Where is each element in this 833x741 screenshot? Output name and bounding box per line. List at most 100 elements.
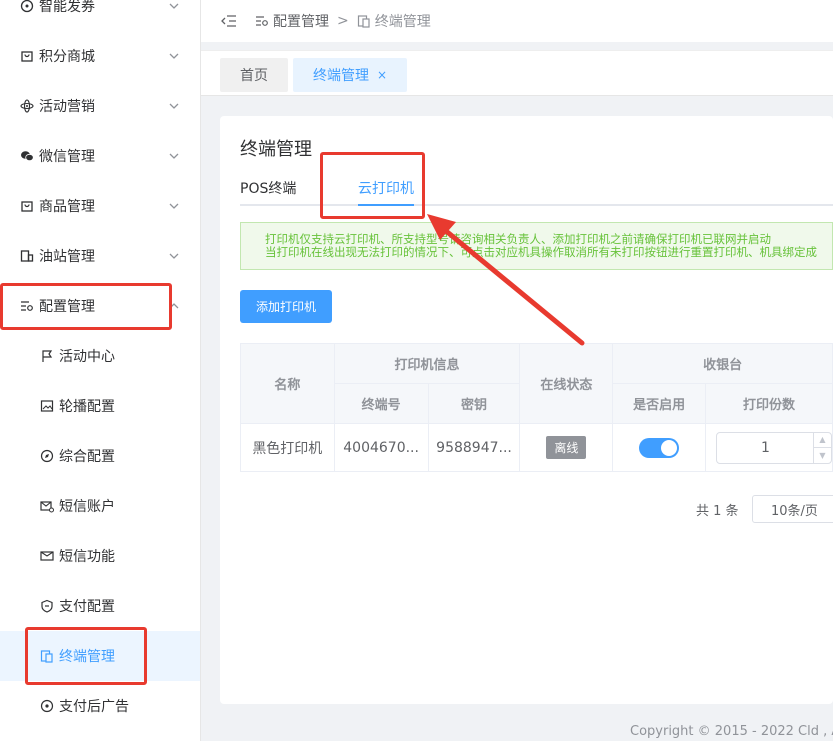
header-terminal-no: 终端号 — [333, 383, 429, 424]
chevron-down-icon — [168, 250, 180, 262]
bag-icon — [20, 49, 34, 63]
chevron-down-icon — [168, 0, 180, 12]
menu-config[interactable]: 配置管理 — [0, 281, 200, 331]
active-tab-indicator — [358, 204, 414, 206]
copy-icon — [357, 14, 371, 28]
building-icon — [20, 249, 34, 263]
menu-points-mall[interactable]: 积分商城 — [0, 31, 200, 81]
table-row: 黑色打印机 4004670... 9588947... 离线 1 ▲ ▼ — [240, 423, 833, 472]
menu-label: 油站管理 — [39, 249, 95, 265]
submenu-label: 支付后广告 — [59, 699, 129, 715]
page-tabbar: 首页 终端管理 × — [201, 50, 833, 96]
header-name: 名称 — [240, 343, 335, 424]
submenu-general-config[interactable]: 综合配置 — [0, 431, 200, 481]
submenu-sms-account[interactable]: 短信账户 — [0, 481, 200, 531]
collapse-sidebar-icon[interactable] — [221, 13, 237, 29]
mail-settings-icon — [40, 499, 54, 513]
chevron-up-icon — [168, 300, 180, 312]
header-secret: 密钥 — [427, 383, 521, 424]
submenu-activity-center[interactable]: 活动中心 — [0, 331, 200, 381]
bag-icon — [20, 199, 34, 213]
close-icon[interactable]: × — [377, 68, 387, 82]
mail-icon — [40, 549, 54, 563]
page-title: 终端管理 — [240, 139, 312, 160]
header-printer-info: 打印机信息 — [333, 343, 521, 384]
settings-list-icon — [20, 299, 34, 313]
sidebar: 智能发券 积分商城 活动营销 微信管理 商品管理 油站管理 配置管理 活动中心 … — [0, 0, 201, 741]
breadcrumb: 配置管理 > 终端管理 — [255, 11, 431, 31]
cell-secret: 9588947... — [427, 423, 521, 472]
cell-enabled — [612, 423, 706, 472]
cell-status: 离线 — [519, 423, 614, 472]
menu-smart-coupon[interactable]: 智能发券 — [0, 0, 200, 31]
menu-label: 活动营销 — [39, 99, 95, 115]
submenu-post-payment-ad[interactable]: 支付后广告 — [0, 681, 200, 731]
menu-marketing[interactable]: 活动营销 — [0, 81, 200, 131]
submenu-sms-function[interactable]: 短信功能 — [0, 531, 200, 581]
breadcrumb-current: 终端管理 — [374, 14, 431, 30]
page-size-select[interactable]: 10条/页 — [752, 495, 833, 523]
add-printer-button[interactable]: 添加打印机 — [240, 290, 332, 323]
tab-label: 首页 — [240, 68, 268, 84]
menu-label: 配置管理 — [39, 299, 95, 315]
menu-label: 积分商城 — [39, 49, 95, 65]
menu-label: 微信管理 — [39, 149, 95, 165]
submenu-payment-config[interactable]: 支付配置 — [0, 581, 200, 631]
compass-icon — [40, 449, 54, 463]
tab-label: 终端管理 — [313, 68, 369, 84]
image-icon — [40, 399, 54, 413]
settings-list-icon — [255, 14, 269, 28]
pager-total: 共 1 条 — [696, 504, 739, 519]
notice-alert: 打印机仅支持云打印机、所支持型号请咨询相关负责人、添加打印机之前请确保打印机已联… — [240, 222, 833, 270]
menu-goods[interactable]: 商品管理 — [0, 181, 200, 231]
tab-cloud-printer[interactable]: 云打印机 — [358, 178, 414, 198]
submenu-label: 短信账户 — [59, 499, 115, 515]
submenu-label: 活动中心 — [59, 349, 115, 365]
footer-copyright: Copyright © 2015 - 2022 Cld , All — [630, 724, 833, 739]
printer-table: 名称 打印机信息 在线状态 收银台 终端号 密钥 是否启用 打印份数 黑色打印机… — [240, 343, 833, 472]
menu-label: 商品管理 — [39, 199, 95, 215]
header-enabled: 是否启用 — [612, 383, 706, 424]
tab-terminal-management[interactable]: 终端管理 × — [293, 58, 408, 92]
target-icon — [20, 0, 34, 13]
atom-icon — [20, 99, 34, 113]
header-online-status: 在线状态 — [519, 343, 614, 424]
submenu-label: 终端管理 — [59, 649, 115, 665]
submenu-label: 轮播配置 — [59, 399, 115, 415]
cell-name: 黑色打印机 — [240, 423, 335, 472]
circle-dot-icon — [40, 699, 54, 713]
header-copies: 打印份数 — [704, 383, 833, 424]
header-cashier: 收银台 — [612, 343, 833, 384]
menu-station[interactable]: 油站管理 — [0, 231, 200, 281]
main-card: 终端管理 POS终端 云打印机 打印机仅支持云打印机、所支持型号请咨询相关负责人… — [220, 116, 833, 704]
inner-tabs: POS终端 云打印机 — [240, 166, 833, 206]
top-header: 配置管理 > 终端管理 — [201, 0, 833, 42]
tab-pos-terminal[interactable]: POS终端 — [240, 178, 296, 198]
copies-stepper[interactable]: 1 ▲ ▼ — [715, 431, 832, 464]
cell-copies: 1 ▲ ▼ — [704, 423, 833, 472]
breadcrumb-parent[interactable]: 配置管理 — [273, 11, 329, 31]
breadcrumb-separator: > — [337, 13, 349, 29]
submenu-label: 支付配置 — [59, 599, 115, 615]
submenu-carousel[interactable]: 轮播配置 — [0, 381, 200, 431]
shield-icon — [40, 599, 54, 613]
wechat-icon — [20, 149, 34, 163]
flag-icon — [40, 349, 54, 363]
increment-icon[interactable]: ▲ — [813, 433, 831, 448]
submenu-label: 短信功能 — [59, 549, 115, 565]
tab-home[interactable]: 首页 — [220, 58, 288, 92]
submenu-label: 综合配置 — [59, 449, 115, 465]
chevron-down-icon — [168, 150, 180, 162]
enabled-toggle[interactable] — [639, 437, 680, 458]
submenu-terminal-management[interactable]: 终端管理 — [0, 631, 200, 681]
cell-terminal-no: 4004670... — [333, 423, 429, 472]
stepper-buttons: ▲ ▼ — [812, 432, 831, 463]
menu-label: 智能发券 — [39, 0, 95, 15]
chevron-down-icon — [168, 200, 180, 212]
copy-icon — [40, 649, 54, 663]
menu-wechat[interactable]: 微信管理 — [0, 131, 200, 181]
notice-line: 当打印机在线出现无法打印的情况下、可点击对应机具操作取消所有未打印按钮进行重置打… — [265, 245, 817, 259]
status-badge: 离线 — [546, 436, 587, 459]
chevron-down-icon — [168, 100, 180, 112]
decrement-icon[interactable]: ▼ — [814, 448, 831, 463]
